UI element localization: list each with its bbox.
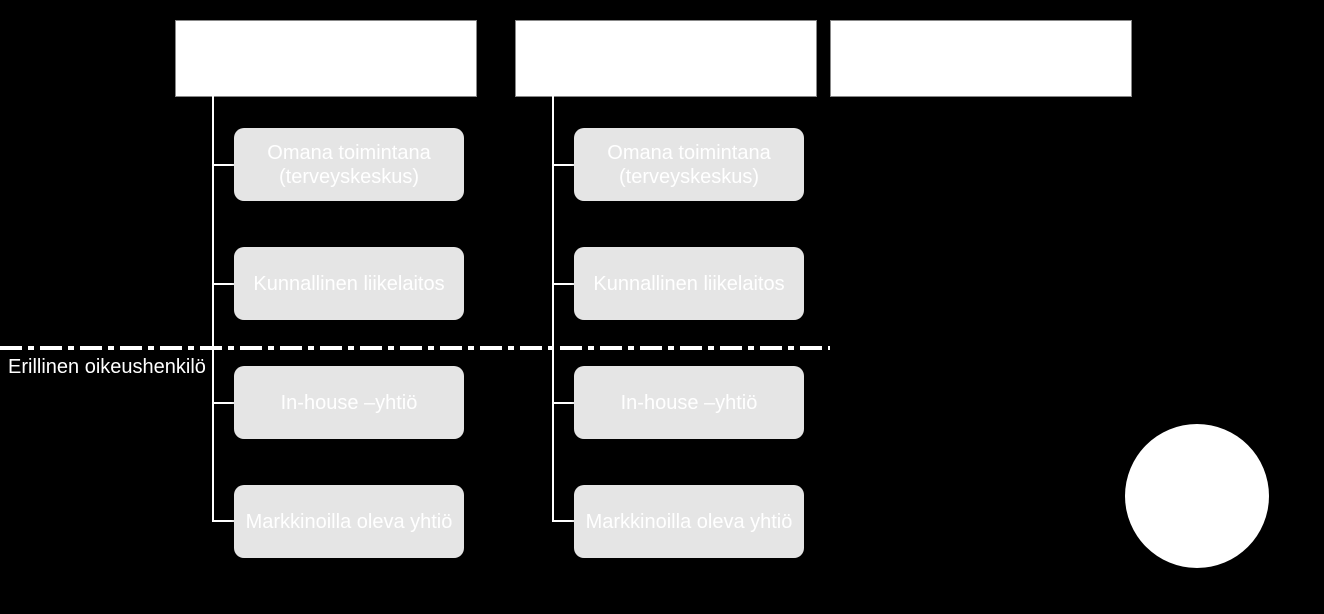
circle-shape — [1125, 424, 1269, 568]
column-header-1 — [175, 20, 477, 97]
connector-line — [212, 520, 234, 522]
connector-line — [552, 283, 574, 285]
child-label: In-house –yhtiö — [281, 391, 418, 415]
diagram-canvas: Omana toimintana (terveyskeskus) Kunnall… — [0, 0, 1324, 614]
child-label: Markkinoilla oleva yhtiö — [586, 510, 793, 534]
connector-line — [552, 520, 574, 522]
separator-label: Erillinen oikeushenkilö — [8, 356, 206, 379]
child-box: Markkinoilla oleva yhtiö — [574, 485, 804, 558]
child-box: Omana toimintana (terveyskeskus) — [234, 128, 464, 201]
connector-line — [552, 402, 574, 404]
child-label: Kunnallinen liikelaitos — [593, 272, 784, 296]
child-box: In-house –yhtiö — [234, 366, 464, 439]
connector-line — [212, 283, 234, 285]
child-label: Kunnallinen liikelaitos — [253, 272, 444, 296]
child-box: Omana toimintana (terveyskeskus) — [574, 128, 804, 201]
child-box: Markkinoilla oleva yhtiö — [234, 485, 464, 558]
child-label: Markkinoilla oleva yhtiö — [246, 510, 453, 534]
column-header-3 — [830, 20, 1132, 97]
child-label: Omana toimintana (terveyskeskus) — [582, 141, 796, 189]
child-box: Kunnallinen liikelaitos — [574, 247, 804, 320]
separator-line — [0, 346, 830, 350]
child-label: Omana toimintana (terveyskeskus) — [242, 141, 456, 189]
child-box: Kunnallinen liikelaitos — [234, 247, 464, 320]
connector-line — [212, 402, 234, 404]
child-label: In-house –yhtiö — [621, 391, 758, 415]
connector-line — [212, 95, 214, 520]
child-box: In-house –yhtiö — [574, 366, 804, 439]
connector-line — [552, 164, 574, 166]
column-header-2 — [515, 20, 817, 97]
connector-line — [552, 95, 554, 520]
connector-line — [212, 164, 234, 166]
